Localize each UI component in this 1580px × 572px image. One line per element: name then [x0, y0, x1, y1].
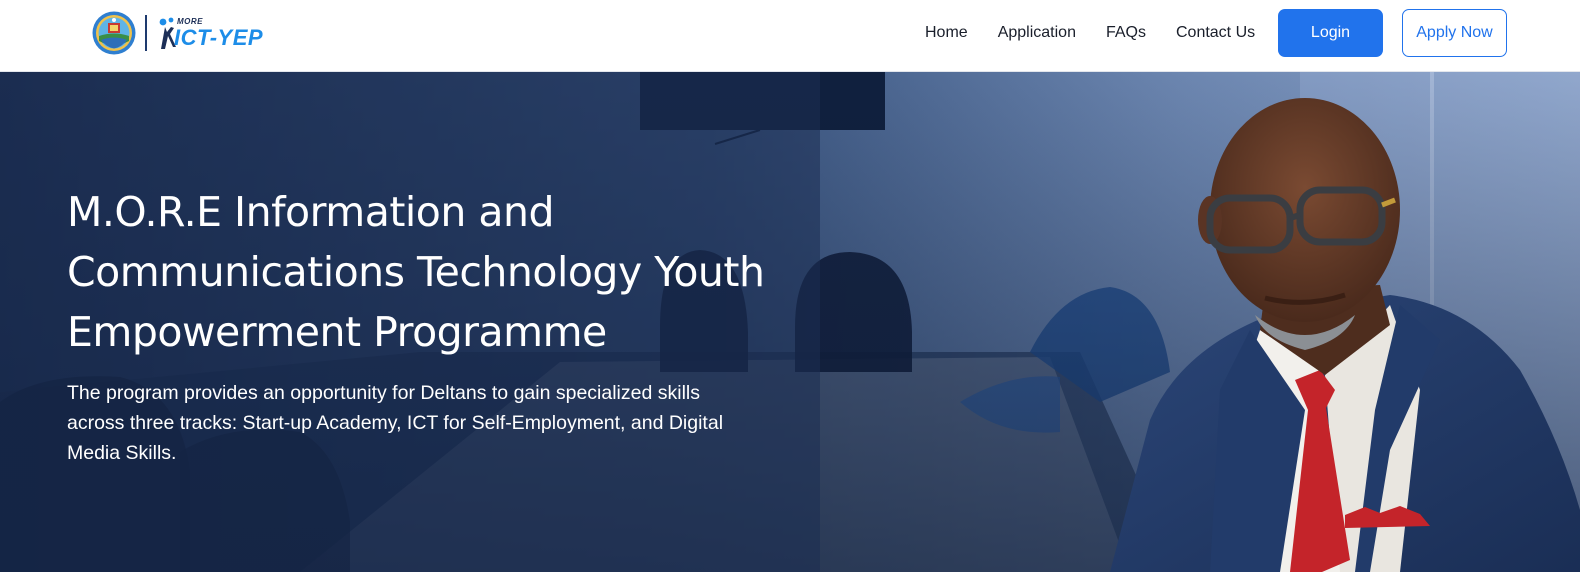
delta-state-seal-icon: [92, 11, 136, 55]
nav-contact-us[interactable]: Contact Us: [1176, 24, 1255, 42]
hero-description: The program provides an opportunity for …: [67, 382, 724, 464]
apply-now-button[interactable]: Apply Now: [1402, 9, 1507, 57]
hero-section: M.O.R.E Information and Communications T…: [0, 72, 1580, 572]
person-mark-icon: [159, 17, 176, 49]
governor-portrait: [1110, 98, 1580, 572]
logo-big-text: ICT-YEP: [174, 24, 264, 50]
logo-divider: [145, 15, 147, 51]
main-nav: Home Application FAQs Contact Us: [925, 0, 1285, 66]
nav-faqs[interactable]: FAQs: [1106, 24, 1146, 42]
site-header: MORE ICT-YEP Home Application FAQs Conta…: [0, 0, 1580, 72]
site-logo[interactable]: MORE ICT-YEP: [92, 11, 263, 55]
nav-home[interactable]: Home: [925, 24, 968, 42]
hero-title: M.O.R.E Information and Communications T…: [67, 188, 765, 356]
nav-application[interactable]: Application: [998, 24, 1076, 42]
ict-yep-logo: MORE ICT-YEP: [154, 13, 263, 53]
login-button[interactable]: Login: [1278, 9, 1383, 57]
